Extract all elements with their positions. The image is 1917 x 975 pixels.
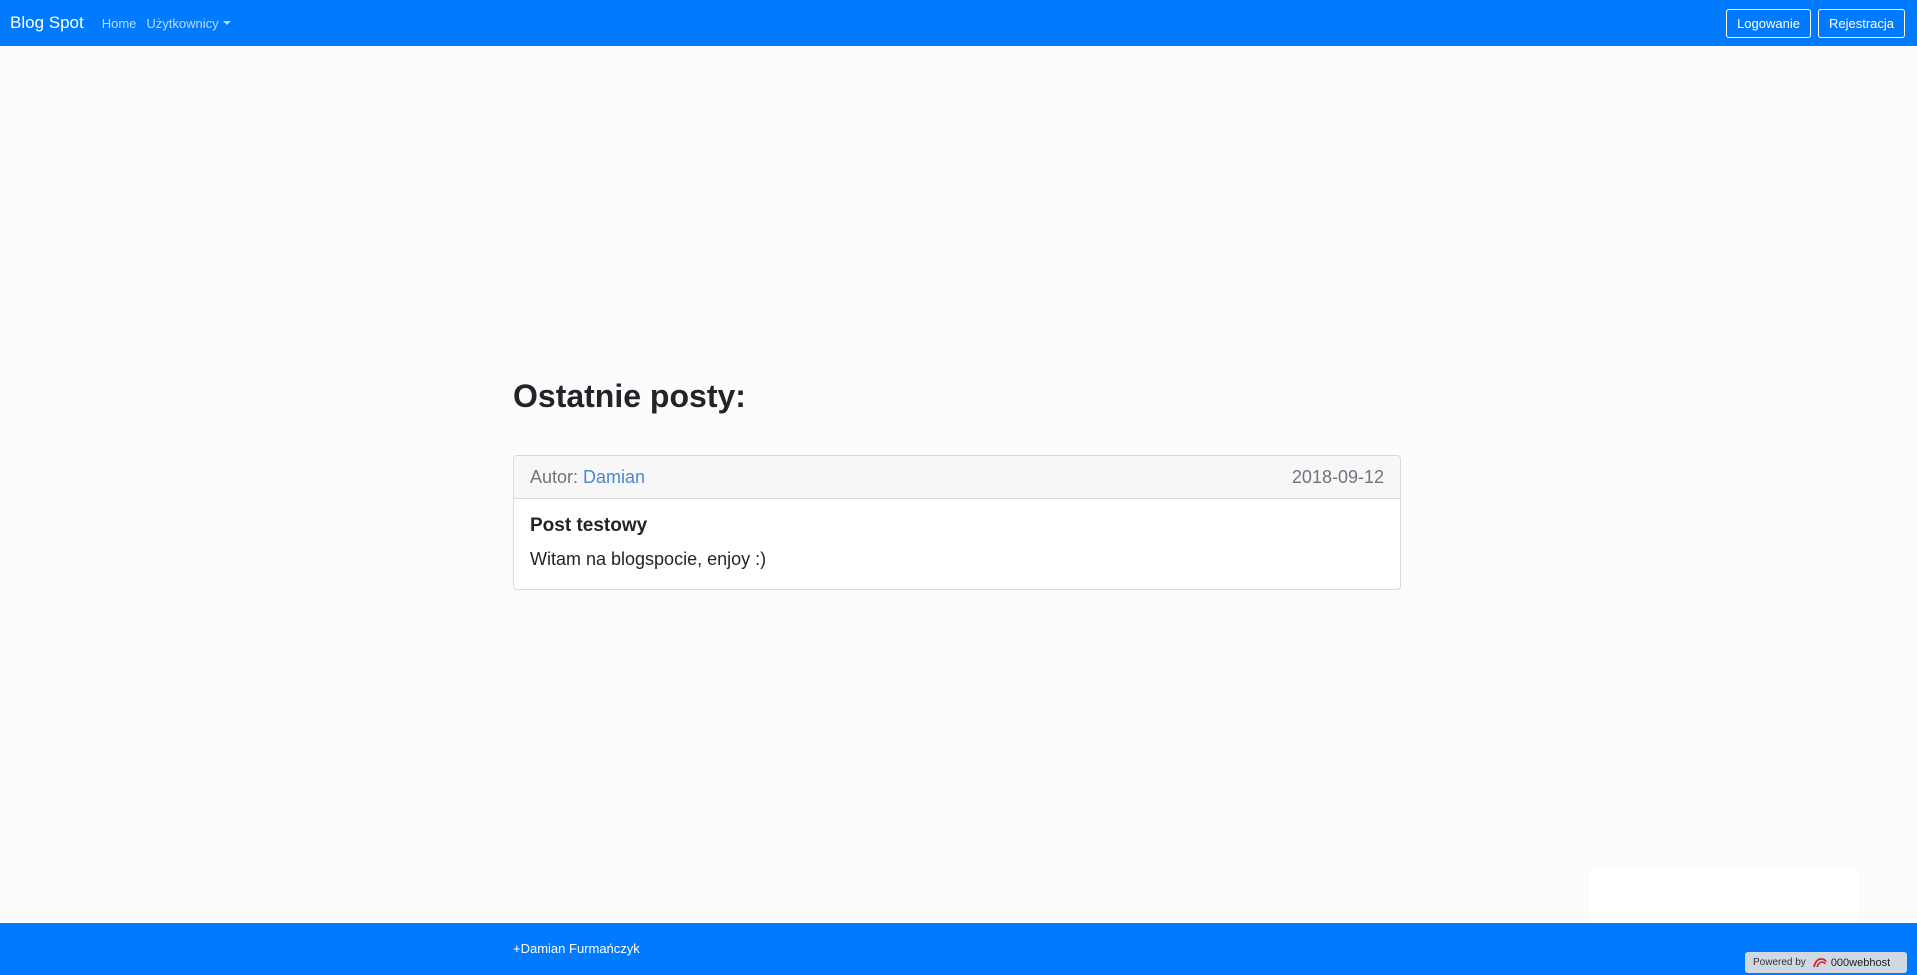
- host-logo: 000webhost: [1812, 957, 1890, 969]
- host-name: 000webhost: [1830, 956, 1891, 969]
- powered-by-badge[interactable]: Powered by 000webhost: [1745, 952, 1907, 973]
- powered-by-label: Powered by: [1753, 957, 1806, 968]
- post-card: Autor: Damian 2018-09-12 Post testowy Wi…: [513, 455, 1401, 590]
- post-card-body: Post testowy Witam na blogspocie, enjoy …: [514, 499, 1400, 570]
- host-logo-icon: [1812, 957, 1827, 967]
- blank-panel: [1590, 870, 1858, 923]
- brand-link[interactable]: Blog Spot: [10, 13, 84, 33]
- post-title: Post testowy: [530, 515, 648, 536]
- page: Blog Spot Home Użytkownicy Logowanie Rej…: [0, 0, 1917, 975]
- post-card-header: Autor: Damian 2018-09-12: [514, 456, 1400, 499]
- nav-users-label: Użytkownicy: [146, 15, 219, 31]
- register-button[interactable]: Rejestracja: [1817, 8, 1905, 38]
- nav-home-link[interactable]: Home: [102, 16, 137, 31]
- footer: +Damian Furmańczyk: [0, 923, 1917, 975]
- post-author: Autor: Damian: [530, 467, 645, 488]
- footer-author-link[interactable]: +Damian Furmańczyk: [513, 941, 640, 956]
- post-author-label: Autor:: [530, 466, 579, 487]
- login-button[interactable]: Logowanie: [1726, 8, 1811, 38]
- top-navbar: Blog Spot Home Użytkownicy Logowanie Rej…: [0, 0, 1917, 46]
- post-date: 2018-09-12: [1291, 466, 1384, 487]
- nav-auth-buttons: Logowanie Rejestracja: [1726, 8, 1905, 38]
- post-text: Witam na blogspocie, enjoy :): [530, 549, 767, 569]
- nav-users-dropdown[interactable]: Użytkownicy: [146, 15, 231, 31]
- page-title: Ostatnie posty:: [513, 378, 746, 414]
- post-author-link[interactable]: Damian: [583, 467, 645, 487]
- chevron-down-icon: [222, 21, 231, 25]
